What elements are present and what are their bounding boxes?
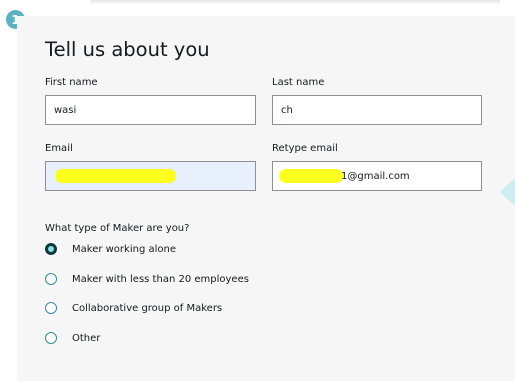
form-title: Tell us about you: [45, 38, 210, 61]
side-arrow-tab[interactable]: [500, 178, 515, 206]
redaction-mark: [55, 169, 176, 183]
retype-email-label: Retype email: [272, 143, 338, 154]
first-name-field[interactable]: wasi: [45, 95, 256, 125]
maker-option-label: Other: [72, 332, 101, 344]
last-name-label: Last name: [272, 77, 325, 88]
radio-checked-icon[interactable]: [45, 243, 57, 255]
email-label: Email: [45, 143, 73, 154]
maker-option-alone[interactable]: Maker working alone: [45, 241, 176, 257]
maker-option-label: Maker with less than 20 employees: [72, 273, 249, 285]
redaction-mark: [279, 169, 343, 183]
form-card: Tell us about you First name wasi Last n…: [17, 16, 515, 381]
last-name-field[interactable]: ch: [272, 95, 482, 125]
maker-option-small-team[interactable]: Maker with less than 20 employees: [45, 271, 249, 287]
radio-unchecked-icon[interactable]: [45, 332, 57, 344]
top-edge-shadow: [90, 0, 500, 5]
radio-unchecked-icon[interactable]: [45, 302, 57, 314]
maker-option-collaborative[interactable]: Collaborative group of Makers: [45, 300, 222, 316]
maker-option-other[interactable]: Other: [45, 330, 100, 346]
maker-type-question: What type of Maker are you?: [45, 223, 190, 234]
maker-option-label: Maker working alone: [72, 243, 176, 255]
radio-unchecked-icon[interactable]: [45, 273, 57, 285]
first-name-label: First name: [45, 77, 98, 88]
maker-option-label: Collaborative group of Makers: [72, 302, 223, 314]
